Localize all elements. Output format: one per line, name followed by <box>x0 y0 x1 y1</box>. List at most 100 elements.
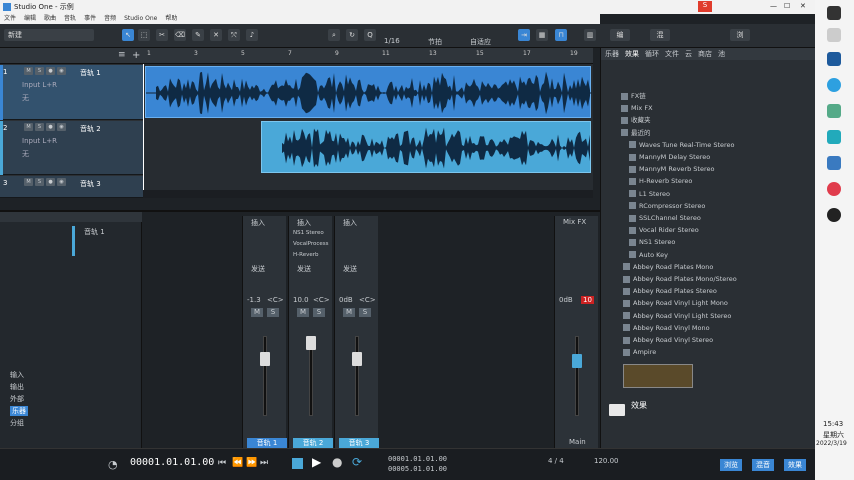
inserts-label[interactable]: 插入 <box>297 218 311 228</box>
rewind-start-icon[interactable]: ⏮ <box>218 458 226 468</box>
track-input[interactable]: Input L+R <box>22 137 57 145</box>
playhead[interactable] <box>143 64 144 198</box>
fader-knob[interactable] <box>306 336 316 350</box>
channel-pan[interactable]: <C> <box>313 296 330 304</box>
app-icon-f[interactable] <box>827 182 841 196</box>
inserts-label[interactable]: 插入 <box>343 218 357 228</box>
browser-item[interactable]: Ampire <box>601 346 816 358</box>
position-display[interactable]: 00001.01.01.00 <box>130 457 214 468</box>
track-header[interactable]: 1 M S ● ◉ 音轨 1 Input L+R 无 <box>0 65 143 120</box>
record-button[interactable]: ● <box>46 178 55 186</box>
track-name[interactable]: 音轨 3 <box>80 179 101 189</box>
layout-icon[interactable]: ▥ <box>584 29 596 41</box>
mute-button[interactable]: M <box>251 308 263 317</box>
channel-db[interactable]: 10.0 <box>293 296 309 304</box>
sends-label[interactable]: 发送 <box>251 264 265 274</box>
solo-button[interactable]: S <box>35 123 44 131</box>
browser-item[interactable]: H-Reverb Stereo <box>601 175 816 187</box>
mute-button[interactable]: M <box>24 178 33 186</box>
browse-view-icon[interactable]: 浏 <box>730 29 750 41</box>
menu-file[interactable]: 文件 <box>4 14 16 24</box>
sends-label[interactable]: 发送 <box>297 264 311 274</box>
insert-slot[interactable]: NS1 Stereo <box>293 230 324 236</box>
mixer-filter-output[interactable]: 输出 <box>10 382 24 392</box>
monitor-button[interactable]: ◉ <box>57 178 66 186</box>
browser-item[interactable]: FX链 <box>601 90 816 102</box>
menu-song[interactable]: 歌曲 <box>44 14 56 24</box>
mixfx-label[interactable]: Mix FX <box>563 218 586 226</box>
insert-slot[interactable]: H-Reverb <box>293 252 318 258</box>
eraser-tool-icon[interactable]: ⌫ <box>174 29 186 41</box>
mixer-filter-instrument[interactable]: 乐器 <box>10 406 28 416</box>
browser-icon[interactable] <box>827 78 841 92</box>
solo-button[interactable]: S <box>267 308 279 317</box>
track-name[interactable]: 音轨 1 <box>80 68 101 78</box>
fader-knob[interactable] <box>352 352 362 366</box>
range-tool-icon[interactable]: ⬚ <box>138 29 150 41</box>
quantize-icon[interactable]: Q <box>364 29 376 41</box>
app-icon-c[interactable] <box>827 104 841 118</box>
browser-item[interactable]: Auto Key <box>601 249 816 261</box>
track-output[interactable]: 无 <box>22 93 29 103</box>
track-input[interactable]: Input L+R <box>22 81 57 89</box>
autoscroll-icon[interactable]: ⇥ <box>518 29 530 41</box>
solo-button[interactable]: S <box>313 308 325 317</box>
stop-icon[interactable] <box>292 458 303 469</box>
menu-audio[interactable]: 音频 <box>104 14 116 24</box>
split-tool-icon[interactable]: ✂ <box>156 29 168 41</box>
channel-pan[interactable]: <C> <box>359 296 376 304</box>
loop-right-display[interactable]: 00005.01.01.00 <box>388 465 447 473</box>
mixer-filter-external[interactable]: 外部 <box>10 394 24 404</box>
maximize-icon[interactable]: ☐ <box>784 2 790 10</box>
inserts-label[interactable]: 插入 <box>251 218 265 228</box>
main-fader-knob[interactable] <box>572 354 582 368</box>
browser-item[interactable]: Vocal Rider Stereo <box>601 224 816 236</box>
timebase-value[interactable]: 节拍 <box>428 37 442 47</box>
menu-track[interactable]: 音轨 <box>64 14 76 24</box>
arrow-tool-icon[interactable]: ↖ <box>122 29 134 41</box>
mute-button[interactable]: M <box>343 308 355 317</box>
tab-pool[interactable]: 池 <box>718 48 725 60</box>
play-icon[interactable]: ▶ <box>312 455 321 469</box>
browser-item[interactable]: Abbey Road Vinyl Light Stereo <box>601 310 816 322</box>
sends-label[interactable]: 发送 <box>343 264 357 274</box>
search-icon[interactable] <box>827 28 841 42</box>
browser-item[interactable]: Abbey Road Plates Mono/Stereo <box>601 273 816 285</box>
channel-db[interactable]: 0dB <box>339 296 353 304</box>
tab-loops[interactable]: 循环 <box>645 48 659 60</box>
channel-pan[interactable]: <C> <box>267 296 284 304</box>
app-icon-b[interactable] <box>827 52 841 66</box>
app-icon-e[interactable] <box>827 156 841 170</box>
insert-slot[interactable]: VocalProcess <box>293 241 329 247</box>
browser-item[interactable]: MannyM Delay Stereo <box>601 151 816 163</box>
track-list-menu-icon[interactable]: ≡ <box>118 50 126 60</box>
listen-tool-icon[interactable]: ♪ <box>246 29 258 41</box>
solo-button[interactable]: S <box>35 67 44 75</box>
ime-icon[interactable]: S <box>698 1 712 12</box>
browser-item[interactable]: SSLChannel Stereo <box>601 212 816 224</box>
loop-toggle-icon[interactable]: ⟳ <box>352 455 362 469</box>
grid-icon[interactable]: ▦ <box>536 29 548 41</box>
browser-item[interactable]: MannyM Reverb Stereo <box>601 163 816 175</box>
timeline-ruler[interactable]: 1 3 5 7 9 11 13 15 17 19 <box>143 48 593 64</box>
tab-instruments[interactable]: 乐器 <box>605 48 619 60</box>
browser-item[interactable]: 收藏夹 <box>601 114 816 126</box>
add-track-icon[interactable]: + <box>132 50 140 61</box>
metronome-icon[interactable]: ◔ <box>108 458 118 471</box>
view-mix-button[interactable]: 混音 <box>752 459 774 471</box>
draw-tool-icon[interactable]: ✎ <box>192 29 204 41</box>
forward-icon[interactable]: ⏩ <box>246 458 257 468</box>
loop-left-display[interactable]: 00001.01.01.00 <box>388 455 447 463</box>
forward-end-icon[interactable]: ⏭ <box>260 458 268 468</box>
view-edit-button[interactable]: 浏览 <box>720 459 742 471</box>
track-header[interactable]: 2 M S ● ◉ 音轨 2 Input L+R 无 <box>0 121 143 175</box>
track-name[interactable]: 音轨 2 <box>80 124 101 134</box>
record-icon[interactable]: ● <box>332 455 342 469</box>
browser-item[interactable]: Abbey Road Plates Mono <box>601 261 816 273</box>
menu-event[interactable]: 事件 <box>84 14 96 24</box>
view-browse-button[interactable]: 效果 <box>784 459 806 471</box>
menu-edit[interactable]: 编辑 <box>24 14 36 24</box>
menu-help[interactable]: 帮助 <box>165 14 177 24</box>
app-icon-a[interactable] <box>827 6 841 20</box>
mixer-filter-group[interactable]: 分组 <box>10 418 24 428</box>
